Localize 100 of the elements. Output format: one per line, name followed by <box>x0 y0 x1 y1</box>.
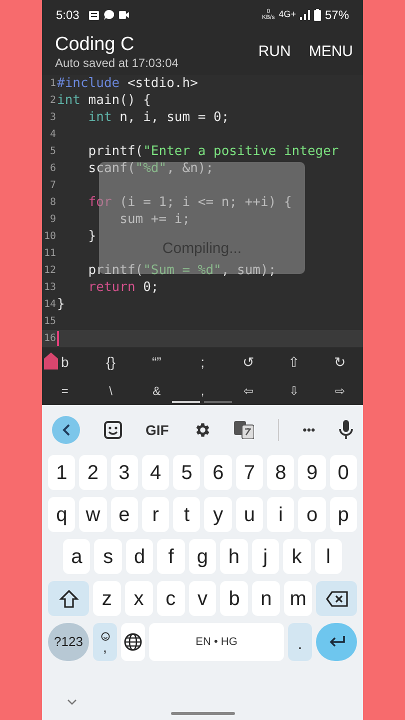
battery-icon <box>314 9 321 21</box>
code-line: #include <stdio.h> <box>57 74 198 93</box>
chevron-down-icon[interactable] <box>67 699 77 705</box>
letter-key[interactable]: s <box>94 539 122 574</box>
letter-key[interactable]: i <box>267 497 294 532</box>
letter-key[interactable]: p <box>330 497 357 532</box>
letter-key[interactable]: n <box>252 581 280 616</box>
symbol-key[interactable]: b <box>42 348 88 376</box>
letter-key[interactable]: e <box>110 497 138 532</box>
symbols-key[interactable]: ?123 <box>48 623 89 661</box>
toolbar-action[interactable]: MENU <box>308 41 353 64</box>
microphone-icon[interactable] <box>338 420 353 440</box>
letter-key[interactable]: w <box>79 497 107 532</box>
symbol-key[interactable]: ; <box>180 348 226 376</box>
number-key[interactable]: 2 <box>79 455 107 490</box>
gif-button[interactable]: GIF <box>145 420 169 440</box>
line-number: 13 <box>42 281 56 295</box>
number-key[interactable]: 3 <box>110 455 138 490</box>
period-key[interactable]: . <box>288 623 312 661</box>
letter-key[interactable]: r <box>142 497 170 532</box>
letter-key[interactable]: j <box>252 539 280 574</box>
enter-icon <box>328 636 346 648</box>
line-number: 10 <box>42 230 56 244</box>
code-line: int main() { <box>57 92 151 110</box>
code-line: sum += i; <box>118 210 190 229</box>
letter-key[interactable]: k <box>283 539 310 574</box>
number-key[interactable]: 1 <box>48 455 76 490</box>
text-cursor <box>57 331 59 346</box>
letter-key[interactable]: u <box>236 497 264 532</box>
enter-key[interactable] <box>316 623 357 661</box>
backspace-icon <box>326 590 348 606</box>
sticker-icon[interactable] <box>104 421 122 439</box>
backspace-key[interactable] <box>316 581 358 616</box>
number-key[interactable]: 6 <box>204 455 232 490</box>
symbol-key[interactable]: & <box>134 376 180 405</box>
symbol-key[interactable]: ⇧ <box>271 348 318 376</box>
language-key[interactable] <box>121 623 145 661</box>
symbol-key[interactable]: , <box>180 376 226 405</box>
line-number: 8 <box>48 196 56 210</box>
line-number: 5 <box>48 145 56 159</box>
code-line: return 0; <box>87 278 159 297</box>
letter-key[interactable]: z <box>93 581 121 616</box>
letter-key[interactable]: f <box>157 539 185 574</box>
symbol-key[interactable]: ⇦ <box>225 376 272 405</box>
line-number: 1 <box>48 77 56 91</box>
symbol-key[interactable]: ⇩ <box>271 376 318 405</box>
more-button[interactable]: ••• <box>302 421 316 439</box>
letter-key[interactable]: c <box>156 581 185 616</box>
line-number: 3 <box>48 111 56 125</box>
line-number: 14 <box>42 298 56 312</box>
home-indicator <box>171 712 235 715</box>
letter-key[interactable]: l <box>314 539 342 574</box>
number-key[interactable]: 0 <box>330 455 357 490</box>
letter-key[interactable]: g <box>188 539 216 574</box>
emoji-icon <box>100 632 110 640</box>
battery-level: 57% <box>324 7 349 24</box>
letter-key[interactable]: t <box>173 497 200 532</box>
letter-key[interactable]: x <box>124 581 153 616</box>
symbol-key[interactable]: \ <box>88 376 134 405</box>
letter-key[interactable]: q <box>48 497 76 532</box>
line-number: 12 <box>42 264 56 278</box>
letter-key[interactable]: v <box>188 581 216 616</box>
letter-key[interactable]: h <box>220 539 248 574</box>
code-line: int n, i, sum = 0; <box>87 108 230 127</box>
symbol-key[interactable]: “” <box>134 348 180 376</box>
number-key[interactable]: 8 <box>267 455 294 490</box>
shift-key[interactable] <box>48 581 89 616</box>
symbol-key[interactable]: ↺ <box>225 348 272 376</box>
symbol-key[interactable]: ↻ <box>317 348 364 376</box>
code-line: } <box>87 228 96 246</box>
line-number: 7 <box>48 179 56 193</box>
symbol-key[interactable]: = <box>42 376 88 405</box>
symbol-key[interactable]: ⇨ <box>317 376 364 405</box>
letter-key[interactable]: a <box>63 539 90 574</box>
letter-key[interactable]: b <box>220 581 248 616</box>
back-button[interactable] <box>52 416 80 444</box>
letter-key[interactable]: d <box>126 539 154 574</box>
letter-key[interactable]: m <box>284 581 312 616</box>
globe-icon <box>124 633 142 651</box>
space-key[interactable]: EN • HG <box>149 623 284 661</box>
letter-key[interactable]: y <box>204 497 232 532</box>
cursor-handle <box>44 350 58 372</box>
translate-icon[interactable] <box>234 421 254 439</box>
number-key[interactable]: 4 <box>142 455 170 490</box>
status-time: 5:03 <box>56 7 80 24</box>
number-key[interactable]: 9 <box>298 455 326 490</box>
page-indicator <box>172 401 200 403</box>
letter-key[interactable]: o <box>298 497 326 532</box>
symbol-key[interactable]: {} <box>88 348 134 376</box>
comma-key[interactable]: , <box>93 623 117 661</box>
number-key[interactable]: 7 <box>236 455 264 490</box>
line-number: 16 <box>42 332 56 346</box>
line-number: 6 <box>48 162 56 176</box>
notification-icon <box>89 10 100 20</box>
autosave-status: Auto saved at 17:03:04 <box>55 56 178 71</box>
shift-icon <box>58 590 78 608</box>
toolbar-action[interactable]: RUN <box>258 41 291 64</box>
line-number: 9 <box>48 213 56 227</box>
number-key[interactable]: 5 <box>173 455 200 490</box>
code-line: } <box>57 296 65 314</box>
